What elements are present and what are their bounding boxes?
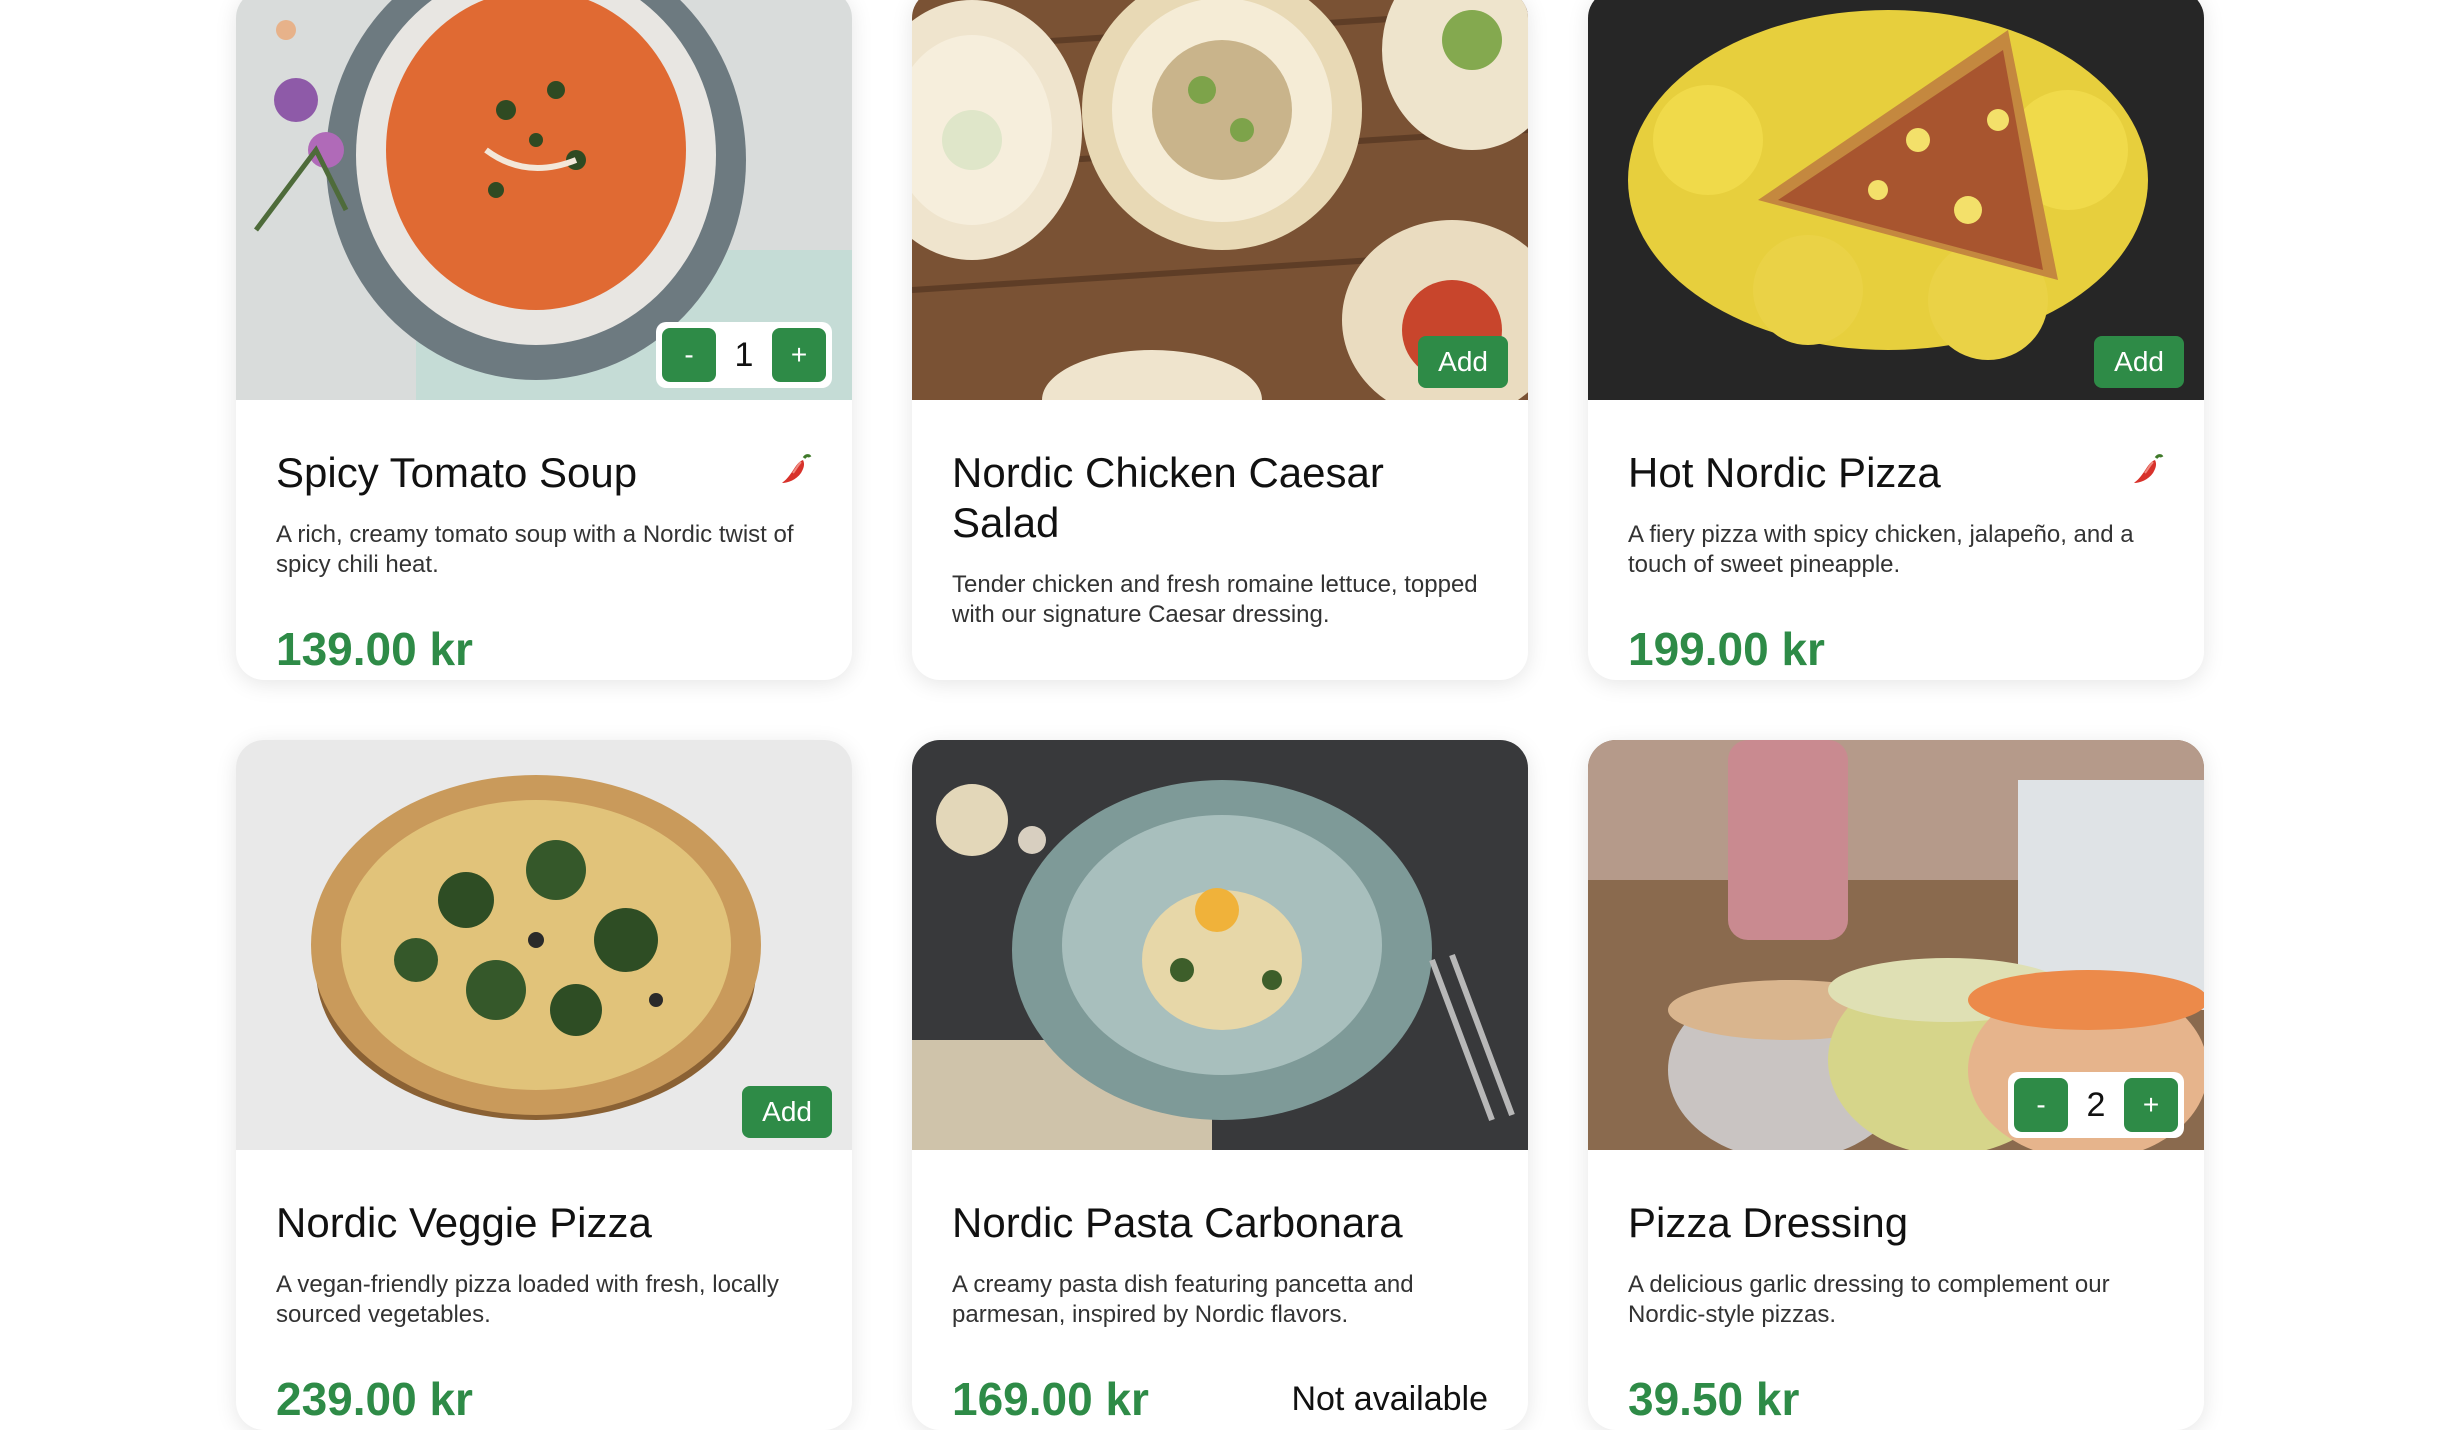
pizza-dressing-photo: - 2 + [1588, 740, 2204, 1150]
menu-item-title: Hot Nordic Pizza [1628, 449, 1941, 496]
quantity-value: 1 [734, 335, 754, 374]
decrease-quantity-button[interactable]: - [2014, 1078, 2068, 1132]
menu-item-card: Add Nordic Veggie Pizza A vegan-friendly… [236, 740, 852, 1430]
menu-item-body: Nordic Pasta Carbonara A creamy pasta di… [912, 1150, 1528, 1426]
menu-item-body: Nordic Chicken Caesar Salad Tender chick… [912, 400, 1528, 680]
chili-pepper-icon [782, 454, 812, 483]
menu-item-card: Nordic Pasta Carbonara A creamy pasta di… [912, 740, 1528, 1430]
chili-pepper-icon [2134, 454, 2164, 483]
menu-item-description: Tender chicken and fresh romaine lettuce… [952, 571, 1478, 628]
menu-item-price: 239.00 kr [276, 1373, 473, 1425]
decrease-quantity-button[interactable]: - [662, 328, 716, 382]
veggie-pizza-photo: Add [236, 740, 852, 1150]
menu-item-price: 39.50 kr [1628, 1373, 1800, 1425]
menu-item-description: A rich, creamy tomato soup with a Nordic… [276, 521, 794, 578]
increase-quantity-button[interactable]: + [772, 328, 826, 382]
hot-pizza-photo: Add [1588, 0, 2204, 400]
menu-item-price: 139.00 kr [276, 623, 473, 675]
menu-item-title: Spicy Tomato Soup [276, 449, 638, 496]
menu-item-card: Add Nordic Chicken Caesar Salad Tender c… [912, 0, 1528, 680]
menu-item-description: A delicious garlic dressing to complemen… [1628, 1271, 2110, 1328]
menu-item-body: Nordic Veggie Pizza A vegan-friendly piz… [236, 1150, 852, 1426]
menu-item-card: - 1 + Spicy Tomato Soup A rich, creamy t… [236, 0, 852, 680]
availability-status: Not available [1291, 1379, 1488, 1418]
increase-quantity-button[interactable]: + [2124, 1078, 2178, 1132]
menu-item-body: Hot Nordic Pizza A fiery pizza with spic… [1588, 400, 2204, 676]
menu-item-body: Spicy Tomato Soup A rich, creamy tomato … [236, 400, 852, 676]
menu-item-body: Pizza Dressing A delicious garlic dressi… [1588, 1150, 2204, 1426]
menu-item-description: A fiery pizza with spicy chicken, jalape… [1628, 521, 2134, 578]
menu-grid: - 1 + Spicy Tomato Soup A rich, creamy t… [236, 0, 2204, 1430]
menu-item-card: - 2 + Pizza Dressing A delicious garlic … [1588, 740, 2204, 1430]
quantity-stepper: - 2 + [2008, 1072, 2184, 1138]
quantity-value: 2 [2086, 1085, 2106, 1124]
menu-item-title: Nordic Chicken Caesar Salad [952, 449, 1384, 546]
menu-item-title: Nordic Veggie Pizza [276, 1199, 652, 1246]
menu-item-price: 129.00 kr [952, 672, 1149, 680]
carbonara-photo [912, 740, 1528, 1150]
menu-item-price: 199.00 kr [1628, 623, 1825, 675]
menu-item-price: 169.00 kr [952, 1373, 1149, 1425]
menu-item-description: A vegan-friendly pizza loaded with fresh… [276, 1271, 779, 1328]
menu-item-title: Pizza Dressing [1628, 1199, 1909, 1246]
add-to-cart-button[interactable]: Add [742, 1086, 832, 1138]
add-to-cart-button[interactable]: Add [1418, 336, 1508, 388]
caesar-salad-photo: Add [912, 0, 1528, 400]
tomato-soup-photo: - 1 + [236, 0, 852, 400]
menu-item-description: A creamy pasta dish featuring pancetta a… [952, 1271, 1414, 1328]
quantity-stepper: - 1 + [656, 322, 832, 388]
add-to-cart-button[interactable]: Add [2094, 336, 2184, 388]
menu-item-card: Add Hot Nordic Pizza A fiery pizza with … [1588, 0, 2204, 680]
menu-item-title: Nordic Pasta Carbonara [952, 1199, 1403, 1246]
